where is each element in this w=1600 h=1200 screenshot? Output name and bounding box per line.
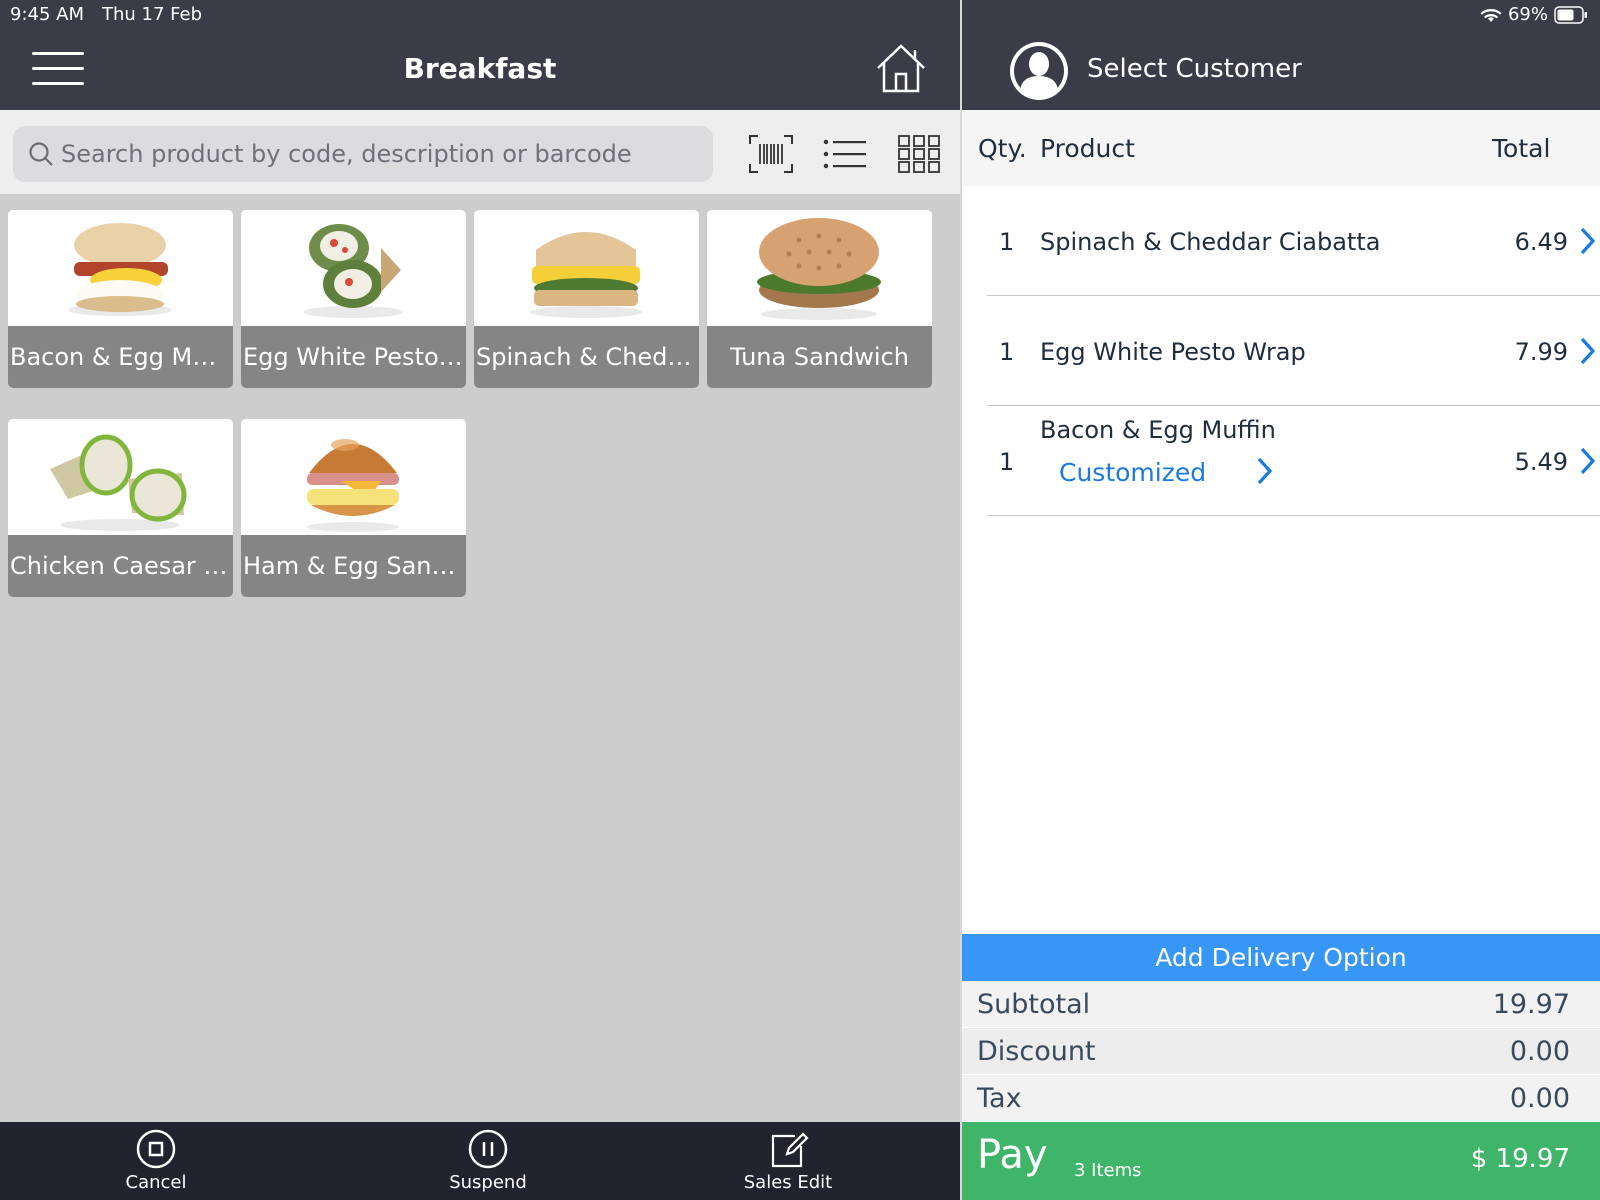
cart-line[interactable]: 1 Spinach & Cheddar Ciabatta 6.49: [987, 186, 1600, 296]
cancel-label: Cancel: [125, 1172, 187, 1193]
product-label: Tuna Sandwich: [707, 326, 932, 388]
product-label: Chicken Caesar Wrap: [8, 535, 233, 597]
line-product: Egg White Pesto Wrap: [1040, 338, 1306, 366]
product-pane: 9:45 AM Thu 17 Feb Breakfast Search prod…: [0, 0, 960, 1200]
chevron-right-icon[interactable]: [1255, 456, 1273, 486]
product-tile[interactable]: Spinach & Cheddar Ciabatta: [474, 210, 699, 388]
add-delivery-option-button[interactable]: Add Delivery Option: [962, 934, 1600, 981]
discount-row[interactable]: Discount 0.00: [962, 1028, 1600, 1074]
suspend-button[interactable]: Suspend: [408, 1128, 568, 1200]
pay-button[interactable]: Pay 3 Items $ 19.97: [962, 1122, 1600, 1200]
select-customer-button[interactable]: Select Customer: [1087, 54, 1302, 84]
sales-edit-button[interactable]: Sales Edit: [708, 1128, 868, 1200]
customer-bar: 69% Select Customer: [962, 0, 1600, 110]
status-bar: 9:45 AM Thu 17 Feb: [10, 4, 202, 25]
status-indicators: 69%: [1480, 4, 1588, 25]
cart-line[interactable]: 1 Egg White Pesto Wrap 7.99: [987, 296, 1600, 406]
product-label: Egg White Pesto Wrap: [241, 326, 466, 388]
search-input[interactable]: [61, 134, 701, 174]
edit-icon: [771, 1132, 809, 1168]
line-total: 7.99: [1514, 338, 1568, 366]
avatar-icon[interactable]: [1008, 40, 1070, 102]
muffin-image: [8, 210, 233, 326]
cancel-button[interactable]: Cancel: [76, 1128, 236, 1200]
line-total: 5.49: [1514, 448, 1568, 476]
pay-label: Pay: [977, 1132, 1048, 1178]
stop-icon: [136, 1129, 176, 1169]
customized-link[interactable]: Customized: [1059, 458, 1206, 487]
ciabatta-image: [474, 210, 699, 326]
wifi-icon: [1480, 8, 1502, 22]
product-tile[interactable]: Egg White Pesto Wrap: [241, 210, 466, 388]
subtotal-label: Subtotal: [977, 989, 1091, 1020]
line-qty: 1: [999, 338, 1015, 366]
product-tile[interactable]: Chicken Caesar Wrap: [8, 419, 233, 597]
line-total: 6.49: [1514, 228, 1568, 256]
chevron-right-icon[interactable]: [1578, 336, 1596, 366]
grid-view-icon[interactable]: [896, 134, 942, 174]
line-product: Bacon & Egg Muffin: [1040, 416, 1276, 444]
product-tile[interactable]: Bacon & Egg Muffin: [8, 210, 233, 388]
product-header: Product: [1040, 134, 1135, 163]
chevron-right-icon[interactable]: [1578, 226, 1596, 256]
product-tile[interactable]: Ham & Egg Sandwich: [241, 419, 466, 597]
status-date: Thu 17 Feb: [102, 4, 203, 25]
ham-egg-sandwich-image: [241, 419, 466, 535]
product-label: Spinach & Cheddar Ciabatta: [474, 326, 699, 388]
product-label: Ham & Egg Sandwich: [241, 535, 466, 597]
search-toolbar: [0, 110, 960, 194]
line-product: Spinach & Cheddar Ciabatta: [1040, 228, 1381, 256]
battery-icon: [1554, 5, 1587, 24]
cart-line[interactable]: 1 Bacon & Egg Muffin Customized 5.49: [987, 406, 1600, 516]
pay-amount: $ 19.97: [1470, 1144, 1570, 1174]
page-title: Breakfast: [403, 52, 557, 85]
home-icon[interactable]: [874, 42, 928, 94]
line-qty: 1: [999, 228, 1015, 256]
suspend-label: Suspend: [449, 1172, 527, 1193]
cart-header: Qty. Product Total: [962, 110, 1600, 186]
tax-row: Tax 0.00: [962, 1075, 1600, 1121]
line-qty: 1: [999, 448, 1015, 476]
discount-label: Discount: [977, 1036, 1096, 1067]
chevron-right-icon[interactable]: [1578, 446, 1596, 476]
wrap-image: [241, 210, 466, 326]
total-header: Total: [1492, 134, 1551, 163]
battery-percent: 69%: [1507, 4, 1548, 25]
tax-value: 0.00: [1509, 1083, 1570, 1114]
qty-header: Qty.: [978, 134, 1027, 163]
caesar-wrap-image: [8, 419, 233, 535]
pause-icon: [468, 1129, 508, 1169]
sales-edit-label: Sales Edit: [743, 1172, 833, 1193]
tuna-sandwich-image: [707, 210, 932, 326]
pay-item-count: 3 Items: [1074, 1160, 1142, 1181]
top-bar: 9:45 AM Thu 17 Feb Breakfast: [0, 0, 960, 110]
product-tile[interactable]: Tuna Sandwich: [707, 210, 932, 388]
subtotal-value: 19.97: [1492, 989, 1570, 1020]
search-icon: [29, 142, 53, 166]
status-time: 9:45 AM: [10, 4, 84, 25]
search-field[interactable]: [13, 126, 713, 182]
cart-pane: 69% Select Customer Qty. Product Total 1…: [962, 0, 1600, 1200]
product-label: Bacon & Egg Muffin: [8, 326, 233, 388]
action-bar: Cancel Suspend Sales Edit: [0, 1122, 960, 1200]
barcode-scan-icon[interactable]: [748, 134, 794, 174]
tax-label: Tax: [977, 1083, 1022, 1114]
subtotal-row: Subtotal 19.97: [962, 981, 1600, 1027]
discount-value: 0.00: [1509, 1036, 1570, 1067]
list-view-icon[interactable]: [822, 134, 868, 174]
